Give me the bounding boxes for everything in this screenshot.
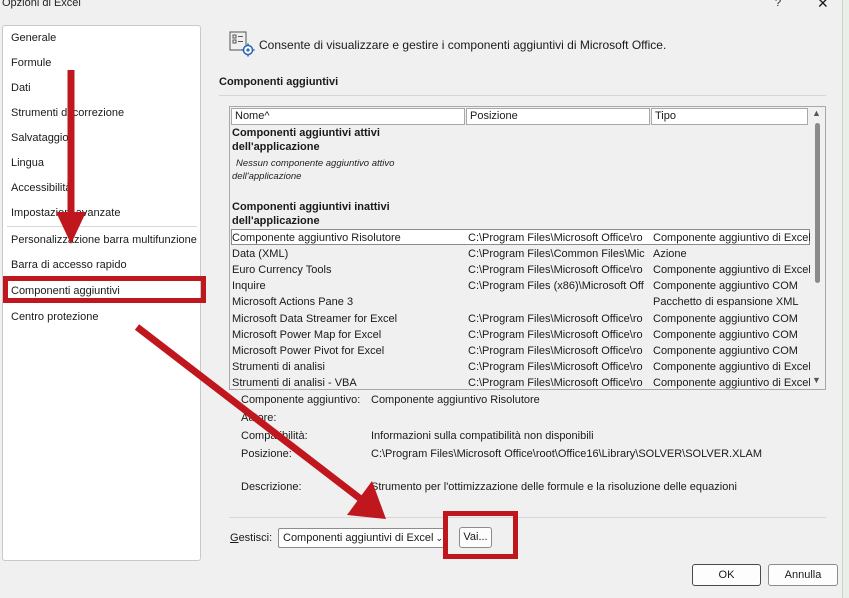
table-row[interactable]: Inquire C:\Program Files (x86)\Microsoft… <box>231 278 810 294</box>
cell-type: Pacchetto di espansione XML <box>653 296 799 308</box>
cell-location: C:\Program Files (x86)\Microsoft Off <box>468 280 644 292</box>
detail-addin-label: Componente aggiuntivo: <box>241 394 361 406</box>
group-title-active: Componenti aggiuntivi attivi <box>232 127 380 139</box>
page-description: Consente di visualizzare e gestire i com… <box>259 38 667 52</box>
cell-name: Strumenti di analisi <box>232 361 325 373</box>
highlight-box-sidebar <box>3 276 206 303</box>
sidebar-item-generale[interactable]: Generale <box>11 32 56 44</box>
window-title: Opzioni di Excel <box>2 0 81 9</box>
section-title: Componenti aggiuntivi <box>219 76 339 88</box>
addins-gear-icon <box>229 31 255 57</box>
highlight-box-go-button <box>443 511 518 559</box>
cell-location: C:\Program Files\Microsoft Office\ro <box>468 264 643 276</box>
column-header-tipo[interactable]: Tipo <box>651 108 808 125</box>
table-row[interactable]: Strumenti di analisi - VBA C:\Program Fi… <box>231 375 810 389</box>
manage-divider <box>229 517 826 518</box>
cell-type: Componente aggiuntivo COM <box>653 329 798 341</box>
table-row[interactable]: Strumenti di analisi C:\Program Files\Mi… <box>231 359 810 375</box>
cell-name: Data (XML) <box>232 248 289 260</box>
sidebar-item-centro-protezione[interactable]: Centro protezione <box>11 311 98 323</box>
ok-button[interactable]: OK <box>692 564 761 586</box>
cell-name: Microsoft Power Map for Excel <box>232 329 382 341</box>
sidebar-item-formule[interactable]: Formule <box>11 57 51 69</box>
cancel-button[interactable]: Annulla <box>768 564 838 586</box>
scrollbar-thumb[interactable] <box>815 123 820 283</box>
cell-type: Componente aggiuntivo di Excel <box>653 361 810 373</box>
manage-dropdown-value: Componenti aggiuntivi di Excel <box>283 532 434 544</box>
cell-location: C:\Program Files\Microsoft Office\ro <box>468 313 643 325</box>
cell-type: Componente aggiuntivo COM <box>653 280 798 292</box>
help-button[interactable]: ? <box>775 0 781 9</box>
sidebar-item-impostazioni-avanzate[interactable]: Impostazioni avanzate <box>11 207 120 219</box>
detail-compat-label: Compatibilità: <box>241 430 308 442</box>
detail-location-value: C:\Program Files\Microsoft Office\root\O… <box>371 448 763 460</box>
cell-type: Componente aggiuntivo COM <box>653 313 798 325</box>
cell-type: Azione <box>653 248 687 260</box>
cell-type: Componente aggiuntivo di Excel <box>653 377 810 389</box>
cell-name: Strumenti di analisi - VBA <box>232 377 357 389</box>
title-bar: Opzioni di Excel ? ✕ <box>0 0 849 14</box>
sidebar-item-salvataggio[interactable]: Salvataggio <box>11 132 69 144</box>
sidebar-item-barra-accesso-rapido[interactable]: Barra di accesso rapido <box>11 259 127 271</box>
cell-name: Microsoft Actions Pane 3 <box>232 296 354 308</box>
detail-author-label: Autore: <box>241 412 277 424</box>
table-row[interactable]: Componente aggiuntivo Risolutore C:\Prog… <box>231 229 810 245</box>
column-header-posizione[interactable]: Posizione <box>466 108 650 125</box>
detail-description-label: Descrizione: <box>241 481 302 493</box>
cell-type: Componente aggiuntivo di Excel <box>653 232 810 244</box>
background-window-edge <box>842 0 849 598</box>
addins-list[interactable]: Nome^ Posizione Tipo Componenti aggiunti… <box>229 106 826 390</box>
group-title-inactive: Componenti aggiuntivi inattivi <box>232 201 390 213</box>
cell-name: Microsoft Power Pivot for Excel <box>232 345 385 357</box>
manage-label-accesskey: G <box>230 532 239 544</box>
triangle-up-icon[interactable]: ▲ <box>812 108 821 118</box>
empty-active-note-2: dell'applicazione <box>232 171 302 182</box>
cell-name: Componente aggiuntivo Risolutore <box>232 232 401 244</box>
table-row[interactable]: Microsoft Power Map for Excel C:\Program… <box>231 327 810 343</box>
column-header-nome[interactable]: Nome^ <box>231 108 465 125</box>
detail-addin-value: Componente aggiuntivo Risolutore <box>371 394 540 406</box>
cell-location: C:\Program Files\Microsoft Office\ro <box>468 361 643 373</box>
cell-type: Componente aggiuntivo di Excel <box>653 264 810 276</box>
cell-location: C:\Program Files\Microsoft Office\ro <box>468 345 643 357</box>
triangle-down-icon[interactable]: ▼ <box>812 375 821 385</box>
sidebar-item-strumenti-correzione[interactable]: Strumenti di correzione <box>11 107 124 119</box>
cell-name: Microsoft Data Streamer for Excel <box>232 313 398 325</box>
table-row[interactable]: Microsoft Power Pivot for Excel C:\Progr… <box>231 343 810 359</box>
group-title-active-2: dell'applicazione <box>232 141 320 153</box>
group-title-inactive-2: dell'applicazione <box>232 215 320 227</box>
cell-location: C:\Program Files\Microsoft Office\ro <box>468 232 643 244</box>
table-row[interactable]: Microsoft Actions Pane 3 Pacchetto di es… <box>231 294 810 310</box>
sidebar-item-dati[interactable]: Dati <box>11 82 31 94</box>
table-row[interactable]: Microsoft Data Streamer for Excel C:\Pro… <box>231 311 810 327</box>
cell-location: C:\Program Files\Microsoft Office\ro <box>468 329 643 341</box>
manage-label: Gestisci: <box>230 532 272 544</box>
cell-name: Inquire <box>232 280 266 292</box>
table-row[interactable]: Euro Currency Tools C:\Program Files\Mic… <box>231 262 810 278</box>
cell-location: C:\Program Files\Common Files\Mic <box>468 248 645 260</box>
sidebar-item-personalizzazione-barra[interactable]: Personalizzazione barra multifunzione <box>11 234 197 246</box>
close-icon[interactable]: ✕ <box>817 0 829 12</box>
cell-name: Euro Currency Tools <box>232 264 332 276</box>
cell-type: Componente aggiuntivo COM <box>653 345 798 357</box>
cell-location: C:\Program Files\Microsoft Office\ro <box>468 377 643 389</box>
empty-active-note: Nessun componente aggiuntivo attivo <box>236 158 395 169</box>
chevron-down-icon: ⌄ <box>435 533 443 543</box>
section-divider <box>219 95 826 96</box>
detail-compat-value: Informazioni sulla compatibilità non dis… <box>371 430 594 442</box>
detail-location-label: Posizione: <box>241 448 292 460</box>
sidebar-item-accessibilita[interactable]: Accessibilità <box>11 182 72 194</box>
sidebar-item-lingua[interactable]: Lingua <box>11 157 44 169</box>
table-row[interactable]: Data (XML) C:\Program Files\Common Files… <box>231 246 810 262</box>
detail-description-value: Strumento per l'ottimizzazione delle for… <box>371 481 737 493</box>
list-scrollbar[interactable]: ▲ ▼ <box>810 107 825 389</box>
manage-label-rest: estisci: <box>238 532 273 544</box>
sidebar-divider <box>7 226 197 227</box>
manage-dropdown[interactable]: Componenti aggiuntivi di Excel ⌄ <box>278 528 448 548</box>
